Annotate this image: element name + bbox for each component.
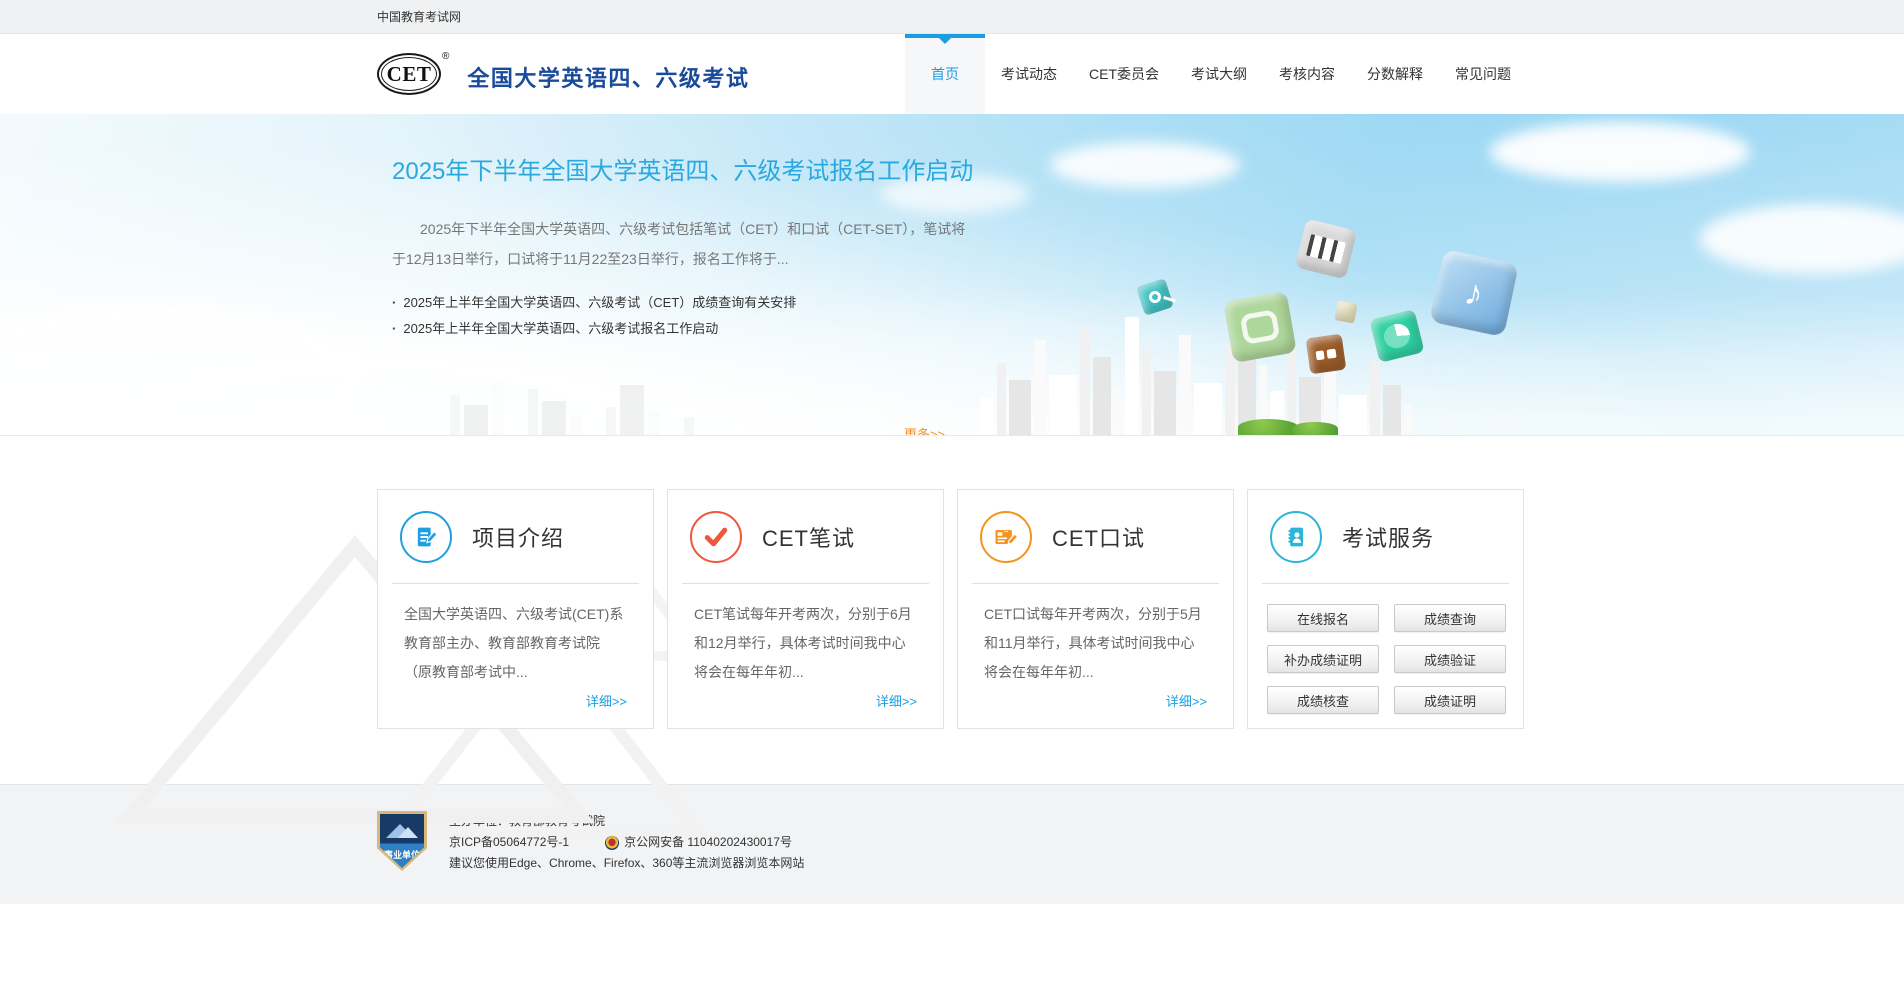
top-utility-bar: 中国教育考试网 [0,0,1904,34]
card-project-intro: 项目介绍 全国大学英语四、六级考试(CET)系教育部主办、教育部教育考试院（原教… [377,489,654,729]
score-query-button[interactable]: 成绩查询 [1394,604,1506,632]
detail-link[interactable]: 详细>> [876,691,917,710]
score-verification-button[interactable]: 成绩验证 [1394,645,1506,673]
card-cet-oral-test: CET口试 CET口试每年开考两次，分别于5月和11月举行，具体考试时间我中心将… [957,489,1234,729]
card-text: CET口试每年开考两次，分别于5月和11月举行，具体考试时间我中心将会在每年年初… [984,606,1202,680]
public-security-link[interactable]: 京公网安备 11040202430017号 [605,832,792,853]
hero-banner: ♪ 2025年下半年全国大学英语四、六级考试报名工作启动 2025年下半年全国大… [0,114,1904,436]
detail-link[interactable]: 详细>> [586,691,627,710]
badge-label: 事业单位 [383,850,420,860]
police-badge-icon [605,835,620,850]
nav-assessment-content[interactable]: 考核内容 [1263,34,1351,114]
parent-site-link[interactable]: 中国教育考试网 [377,8,461,25]
news-item[interactable]: 2025年上半年全国大学英语四、六级考试报名工作启动 [392,316,977,342]
address-book-icon [1270,510,1322,563]
more-link[interactable]: 更多>> [904,424,945,435]
page: 中国教育考试网 CET ® 全国大学英语四、六级考试 首页 考试动态 CET委员… [0,0,1904,985]
browser-tip: 建议您使用Edge、Chrome、Firefox、360等主流浏览器浏览本网站 [449,856,805,870]
nav-cet-committee[interactable]: CET委员会 [1073,34,1175,114]
checkmark-icon [690,510,742,563]
reissue-score-certificate-button[interactable]: 补办成绩证明 [1267,645,1379,673]
nav-score-interpretation[interactable]: 分数解释 [1351,34,1439,114]
icp-license-link[interactable]: 京ICP备05064772号-1 [449,832,569,853]
footer: 事业单位 主办单位：教育部教育考试院 京ICP备05064772号-1 京公网安… [0,784,1904,904]
card-title: 考试服务 [1342,525,1435,551]
speaking-window-icon [980,510,1032,563]
public-institution-badge[interactable]: 事业单位 [377,811,427,871]
card-cet-written-test: CET笔试 CET笔试每年开考两次，分别于6月和12月举行，具体考试时间我中心将… [667,489,944,729]
card-exam-services: 考试服务 在线报名 成绩查询 补办成绩证明 成绩验证 成绩核查 成绩证明 [1247,489,1524,729]
cet-logo-text: CET [386,61,432,86]
card-title: CET口试 [1052,525,1146,551]
score-certificate-button[interactable]: 成绩证明 [1394,686,1506,714]
cet-logo-oval: CET [377,53,441,95]
cloud-decoration [1700,204,1904,274]
cet-logo[interactable]: CET ® [377,51,450,95]
online-registration-button[interactable]: 在线报名 [1267,604,1379,632]
header: CET ® 全国大学英语四、六级考试 首页 考试动态 CET委员会 考试大纲 考… [0,34,1904,114]
hero-news-list: 2025年上半年全国大学英语四、六级考试（CET）成绩查询有关安排 2025年上… [392,290,977,342]
registered-mark: ® [442,51,450,62]
nav-faq[interactable]: 常见问题 [1439,34,1527,114]
card-title: 项目介绍 [472,525,565,551]
news-item[interactable]: 2025年上半年全国大学英语四、六级考试（CET）成绩查询有关安排 [392,290,977,316]
tree-decoration [1622,350,1688,435]
organizer-line: 主办单位：教育部教育考试院 [449,814,606,828]
document-pencil-icon [400,510,452,563]
card-text: 全国大学英语四、六级考试(CET)系教育部主办、教育部教育考试院（原教育部考试中… [404,606,624,680]
badge-mountain-graphic [398,827,418,838]
detail-link[interactable]: 详细>> [1166,691,1207,710]
nav-exam-syllabus[interactable]: 考试大纲 [1175,34,1263,114]
cards-section: 项目介绍 全国大学英语四、六级考试(CET)系教育部主办、教育部教育考试院（原教… [0,436,1904,836]
hero-news-summary: 2025年下半年全国大学英语四、六级考试包括笔试（CET）和口试（CET-SET… [392,221,966,267]
hero-news-title[interactable]: 2025年下半年全国大学英语四、六级考试报名工作启动 [392,152,977,192]
site-title: 全国大学英语四、六级考试 [467,66,750,91]
card-text: CET笔试每年开考两次，分别于6月和12月举行，具体考试时间我中心将会在每年年初… [694,606,912,680]
public-security-number: 京公网安备 11040202430017号 [624,835,792,849]
main-nav: 首页 考试动态 CET委员会 考试大纲 考核内容 分数解释 常见问题 [905,34,1527,114]
cloud-decoration [1490,122,1750,182]
nav-exam-news[interactable]: 考试动态 [985,34,1073,114]
nav-home[interactable]: 首页 [905,34,985,114]
card-title: CET笔试 [762,525,856,551]
service-button-grid: 在线报名 成绩查询 补办成绩证明 成绩验证 成绩核查 成绩证明 [1248,584,1523,714]
score-recheck-button[interactable]: 成绩核查 [1267,686,1379,714]
